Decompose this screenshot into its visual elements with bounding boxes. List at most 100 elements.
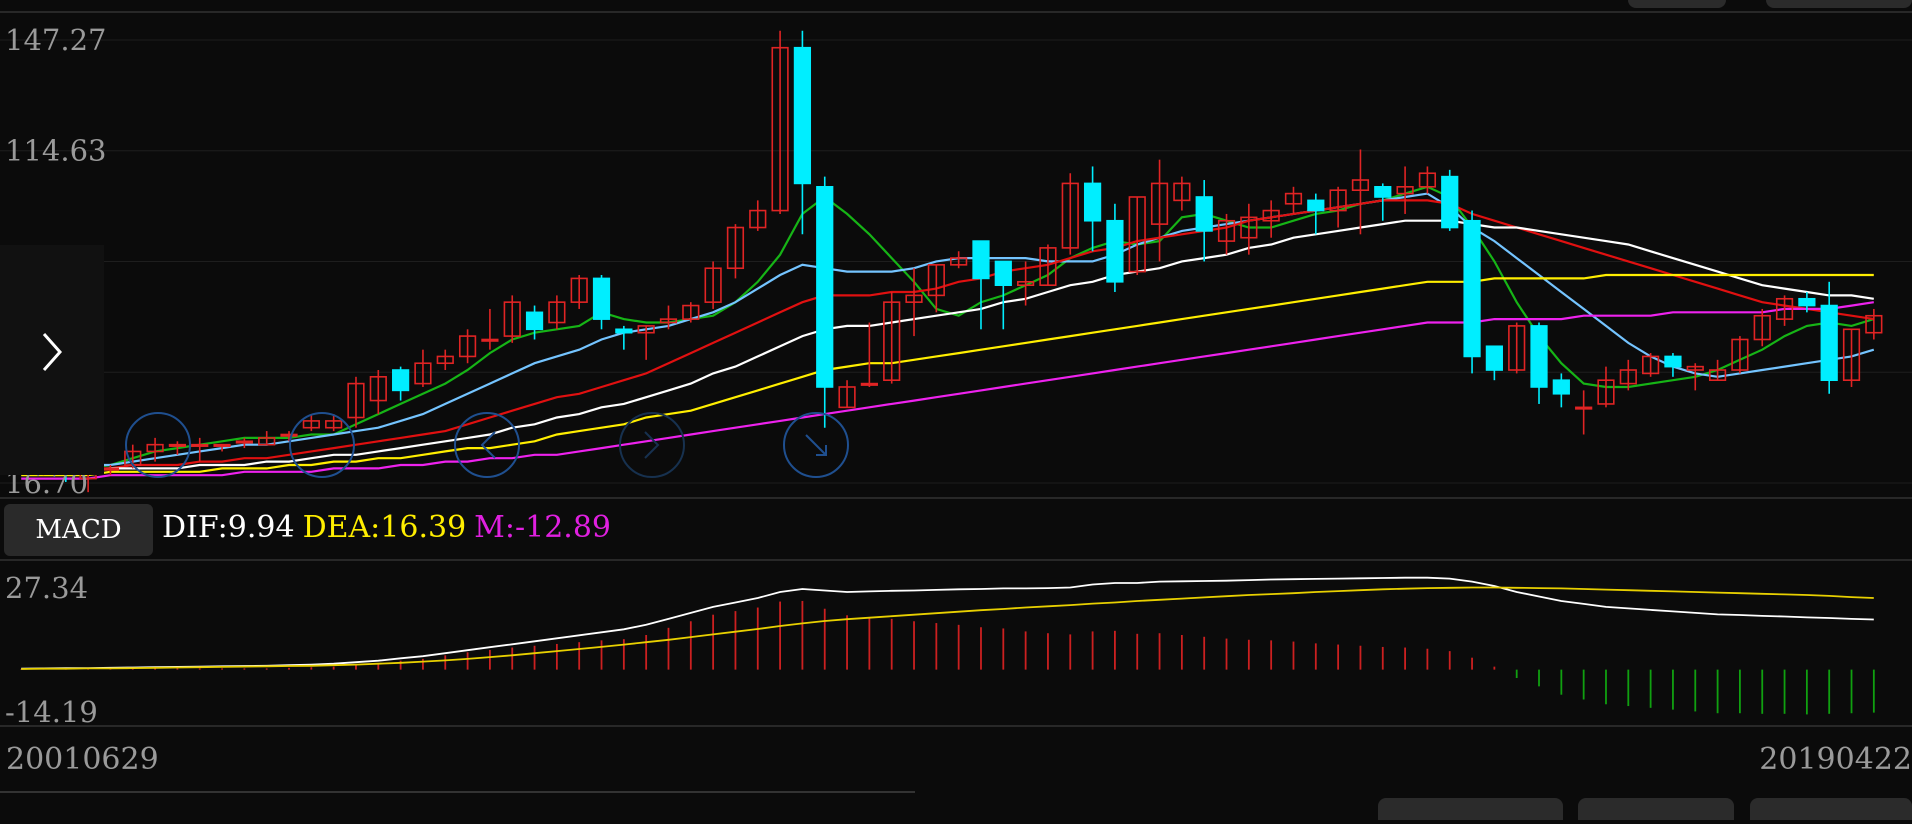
candle-body [994, 260, 1012, 286]
candle-up [1731, 336, 1749, 374]
candle-down [793, 30, 812, 235]
candle-down [1441, 169, 1459, 231]
candle-body [1485, 345, 1503, 371]
macd-line-dea [21, 586, 1874, 670]
candle-body [816, 186, 834, 388]
end-date: 20190422 [1759, 742, 1912, 777]
candle-up [369, 370, 387, 415]
candle-body [481, 338, 499, 342]
zoom-out-icon[interactable] [289, 412, 355, 478]
candle-body [860, 382, 878, 386]
candle-body [213, 443, 231, 447]
dea-value: DEA:16.39 [302, 510, 467, 545]
stock-chart[interactable]: 147.27114.6381.9949.3416.7027.34-14.19 [0, 0, 1912, 820]
candle-up [1396, 166, 1414, 214]
candle-body [280, 433, 298, 437]
macd-tick-label: 27.34 [5, 571, 88, 605]
candle-up [458, 329, 477, 364]
candle-down [592, 275, 611, 330]
candle-body [615, 328, 633, 334]
top-tab-1[interactable] [1628, 0, 1726, 8]
macd-line-dif [21, 576, 1874, 670]
dif-value: DIF:9.94 [162, 510, 295, 545]
candle-up [414, 349, 432, 387]
candle-body [1463, 219, 1481, 358]
ma-line-ma30 [21, 219, 1874, 473]
candle-body [1374, 186, 1392, 198]
scroll-right-icon[interactable] [619, 412, 685, 478]
candle-up [548, 295, 566, 330]
candle-body [592, 277, 611, 320]
candle-up [905, 268, 923, 337]
candle-up [347, 376, 365, 428]
candle-down [1664, 353, 1682, 377]
grid [0, 11, 1912, 727]
top-tab-2[interactable] [1766, 0, 1912, 8]
macd-lines [21, 576, 1874, 670]
candle-down [1485, 345, 1503, 381]
candle-up [860, 322, 878, 387]
candle-down [816, 176, 834, 428]
candle-up [503, 295, 521, 343]
candle-down [1552, 373, 1570, 408]
chevron-right-icon[interactable] [36, 330, 66, 374]
candle-down [1530, 322, 1548, 404]
candle-body [1820, 304, 1838, 381]
candle-up [436, 349, 454, 371]
candle-down [994, 260, 1012, 330]
candle-body [101, 467, 120, 471]
candle-body [1798, 297, 1816, 307]
candle-body [168, 443, 187, 447]
candle-body [1552, 379, 1570, 395]
ma-line-ma5 [21, 185, 1875, 470]
candle-body [1575, 406, 1593, 410]
y-tick-label: 147.27 [5, 23, 106, 57]
candle-up [1061, 173, 1079, 255]
moving-average-lines [21, 185, 1875, 480]
candle-up [1753, 308, 1771, 347]
candle-up [1173, 176, 1191, 211]
candle-body [235, 440, 253, 444]
candle-up [1865, 308, 1883, 340]
m-value: M:-12.89 [474, 510, 612, 545]
candle-body [793, 46, 812, 185]
ma-line-ma60 [21, 273, 1874, 477]
candle-up [1150, 159, 1169, 262]
candle-up [1508, 322, 1526, 374]
candle-up [1642, 353, 1660, 377]
candle-body [1664, 355, 1682, 368]
candle-down [1195, 180, 1213, 262]
candle-up [1284, 186, 1303, 214]
bottom-tab-3[interactable] [1750, 798, 1912, 820]
candle-up [726, 224, 745, 279]
candle-up [749, 200, 767, 231]
candle-down [1083, 166, 1102, 252]
candle-body [1195, 196, 1213, 232]
macd-indicator-button[interactable]: MACD [4, 504, 153, 556]
candle-down [1820, 281, 1838, 394]
candle-up [1128, 196, 1146, 276]
ma-line-ma10 [21, 192, 1875, 467]
candle-body [1106, 219, 1124, 283]
candle-down [1463, 210, 1481, 374]
macd-histogram [20, 600, 1875, 715]
start-date: 20010629 [6, 742, 159, 777]
candle-body [972, 240, 990, 280]
bottom-tab-2[interactable] [1578, 798, 1734, 820]
candle-up [1708, 359, 1727, 381]
candle-up [883, 291, 901, 384]
candle-up [838, 380, 856, 409]
macd-legend: DIF:9.94 DEA:16.39 M:-12.89 [162, 510, 619, 545]
candle-up [704, 261, 722, 309]
candle-body [1083, 182, 1102, 222]
candle-body [525, 311, 544, 331]
candle-body [1307, 199, 1325, 212]
candle-body [191, 443, 209, 447]
candle-down [615, 325, 633, 350]
candle-up [1217, 213, 1236, 255]
candle-down [1106, 203, 1124, 292]
candle-up [481, 308, 499, 350]
ma-line-ma120 [21, 301, 1874, 480]
bottom-tab-1[interactable] [1378, 798, 1563, 820]
reset-icon[interactable] [783, 412, 849, 478]
